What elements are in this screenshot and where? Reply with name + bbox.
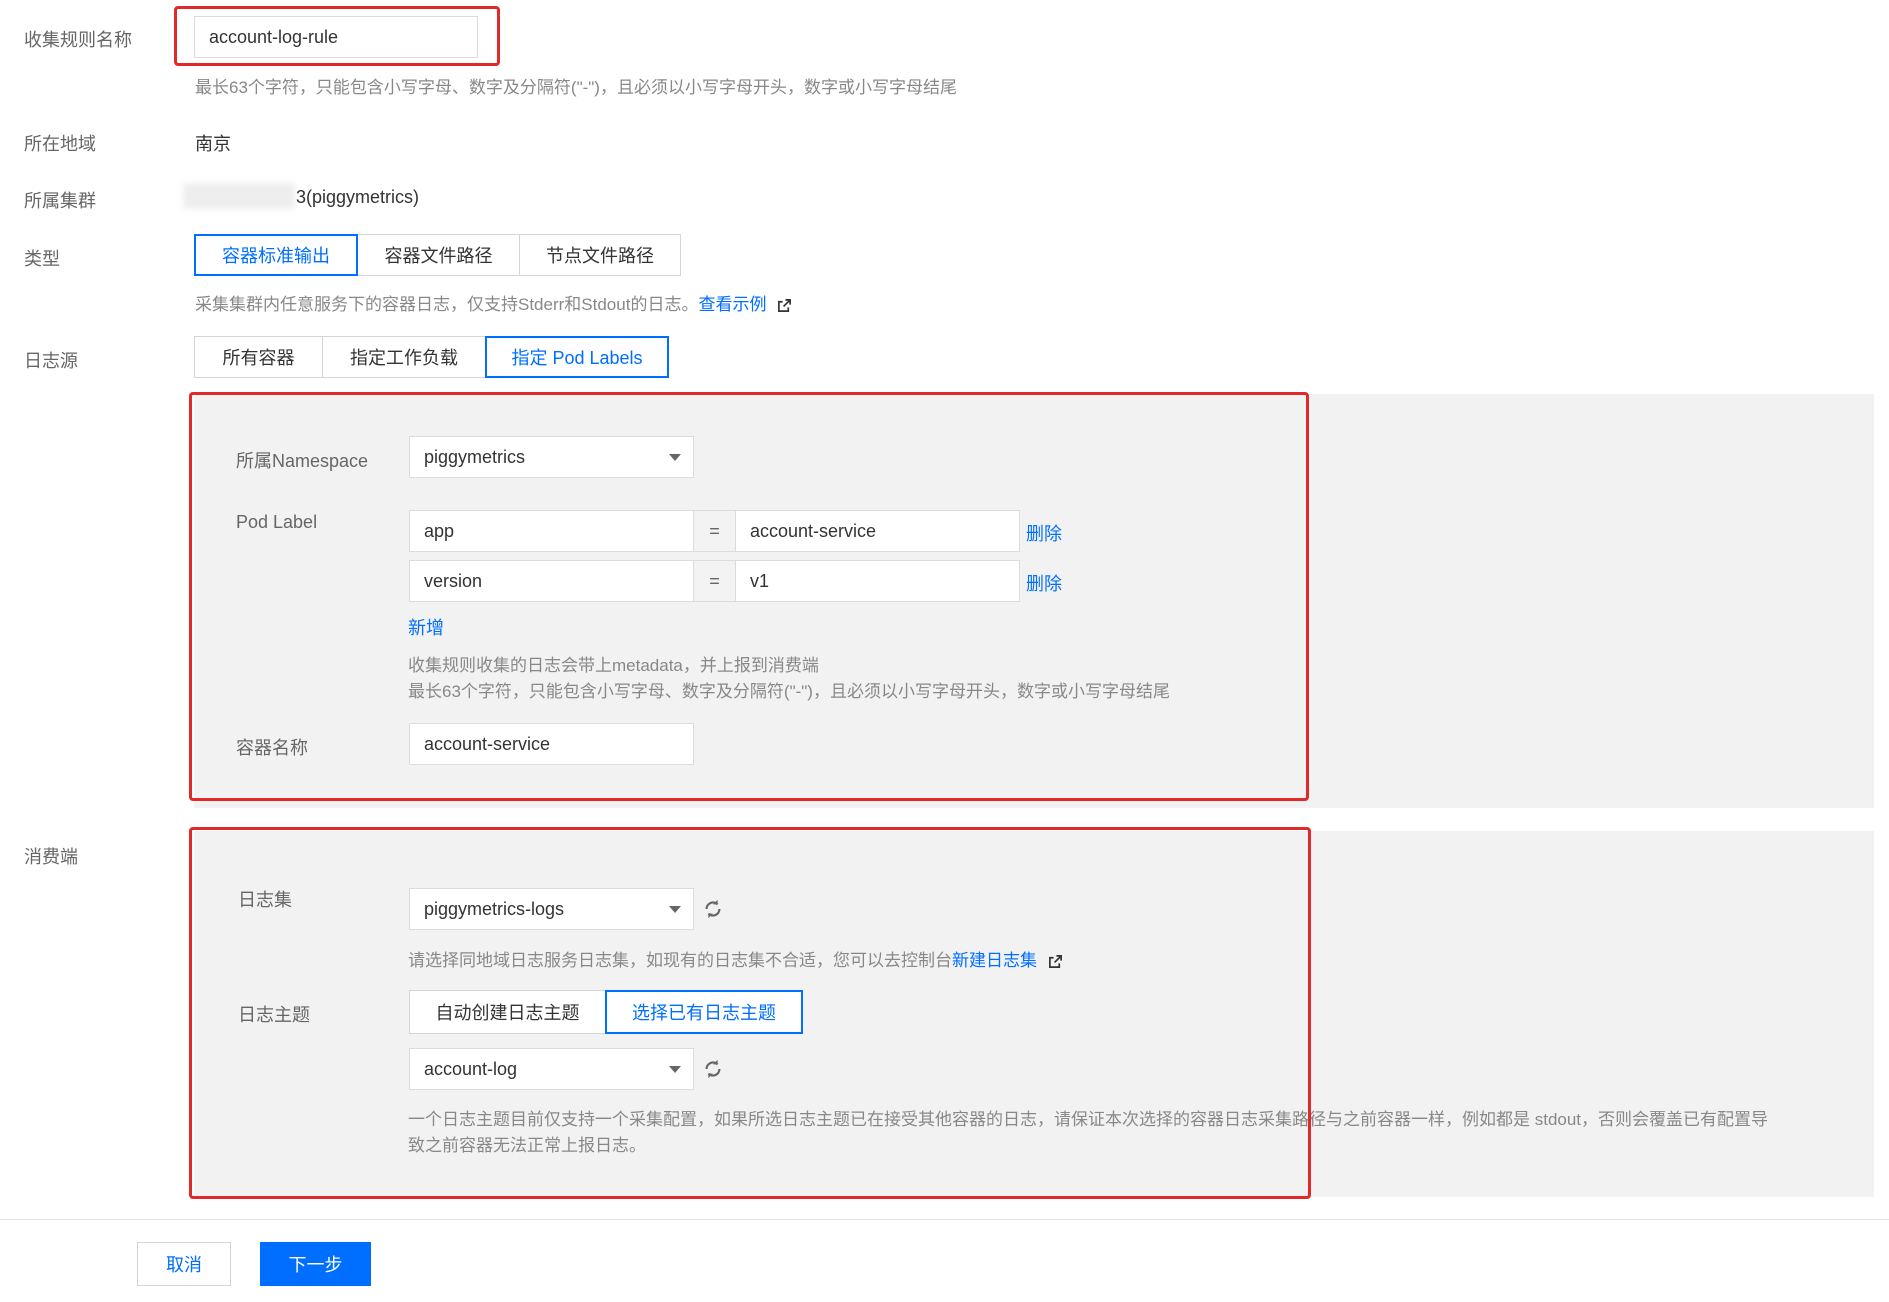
next-step-button[interactable]: 下一步 — [260, 1242, 371, 1286]
external-link-icon[interactable] — [777, 298, 792, 313]
log-source-label: 日志源 — [24, 351, 78, 371]
log-source-option-workload[interactable]: 指定工作负载 — [322, 336, 486, 378]
log-source-option-pod-labels[interactable]: 指定 Pod Labels — [485, 336, 669, 378]
highlight-pod-labels — [189, 392, 1309, 801]
log-source-segmented-control: 所有容器 指定工作负载 指定 Pod Labels — [194, 336, 669, 378]
type-segmented-control: 容器标准输出 容器文件路径 节点文件路径 — [194, 234, 681, 276]
type-help: 采集集群内任意服务下的容器日志，仅支持Stderr和Stdout的日志。查看示例 — [195, 290, 792, 315]
type-option-node-file-path[interactable]: 节点文件路径 — [519, 234, 681, 276]
type-help-text: 采集集群内任意服务下的容器日志，仅支持Stderr和Stdout的日志。 — [195, 295, 699, 314]
highlight-rule-name — [174, 6, 500, 66]
rule-name-label: 收集规则名称 — [24, 30, 132, 50]
region-label: 所在地域 — [24, 134, 96, 154]
topic-option-select-existing[interactable]: 选择已有日志主题 — [605, 990, 803, 1034]
rule-name-help: 最长63个字符，只能包含小写字母、数字及分隔符("-")，且必须以小写字母开头，… — [195, 78, 957, 97]
cluster-id-redacted — [183, 183, 295, 209]
type-option-container-stdout[interactable]: 容器标准输出 — [194, 234, 358, 276]
type-label: 类型 — [24, 249, 60, 269]
log-source-option-all-containers[interactable]: 所有容器 — [194, 336, 323, 378]
cancel-button[interactable]: 取消 — [137, 1242, 231, 1286]
type-option-container-file-path[interactable]: 容器文件路径 — [357, 234, 520, 276]
cluster-value: 3(piggymetrics) — [296, 187, 420, 207]
footer-divider — [0, 1219, 1889, 1220]
consumer-label: 消费端 — [24, 847, 78, 867]
view-example-link[interactable]: 查看示例 — [698, 295, 766, 314]
cluster-label: 所属集群 — [24, 191, 96, 211]
region-value: 南京 — [195, 134, 231, 154]
